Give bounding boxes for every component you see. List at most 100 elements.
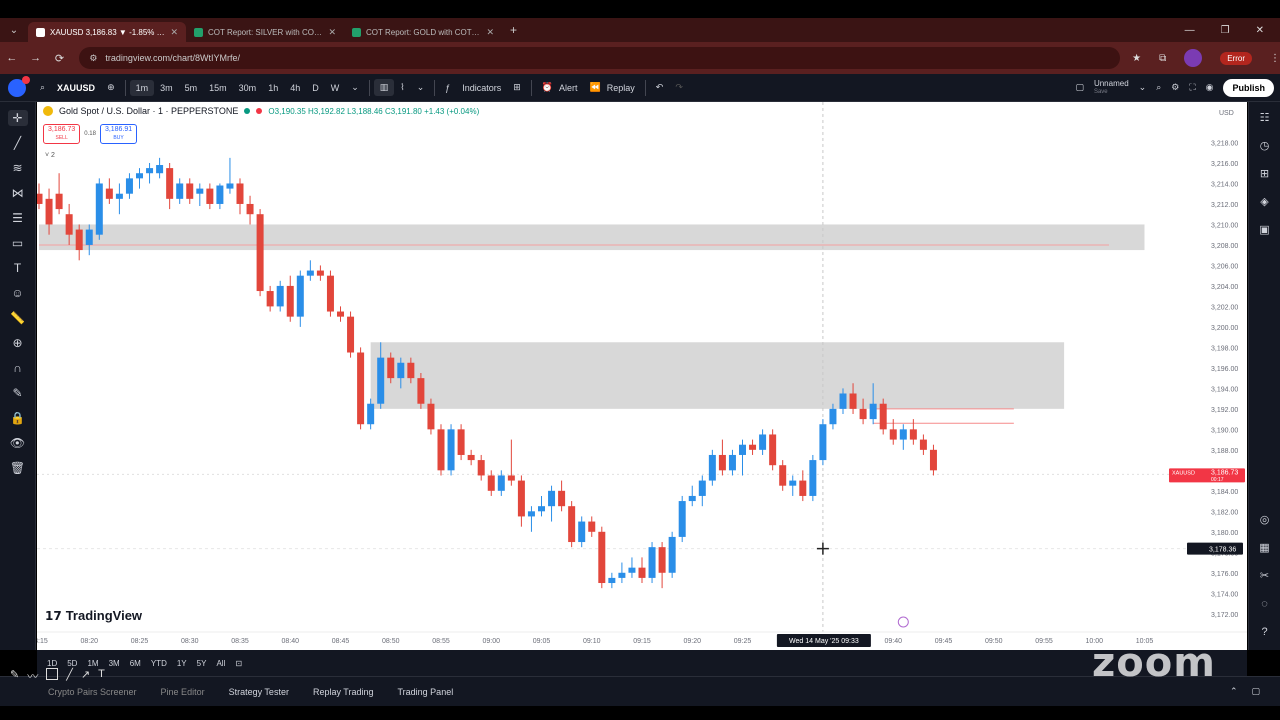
interval-15m[interactable]: 15m <box>203 83 233 93</box>
replay-icon[interactable]: ⏪ <box>584 82 607 93</box>
interval-w[interactable]: W <box>325 83 346 93</box>
range-3m[interactable]: 3M <box>109 659 120 668</box>
browser-tab-1[interactable]: XAUUSD 3,186.83 ▼ -1.85% U... ✕ <box>28 22 186 42</box>
symbol-search-icon[interactable]: ⌕ <box>34 82 51 93</box>
chart-type-dropdown-icon[interactable]: ⌄ <box>411 82 431 93</box>
interval-dropdown-icon[interactable]: ⌄ <box>345 82 365 93</box>
interval-4h[interactable]: 4h <box>284 83 306 93</box>
price-chart[interactable]: 3,218.00 3,216.00 3,214.00 3,212.00 3,210.00… <box>37 102 1247 650</box>
legend-title[interactable]: Gold Spot / U.S. Dollar · 1 · PEPPERSTON… <box>59 106 238 116</box>
bookmark-star-icon[interactable]: ★ <box>1132 53 1141 64</box>
range-1d[interactable]: 1D <box>47 659 57 668</box>
user-avatar[interactable] <box>8 75 30 97</box>
back-icon[interactable]: ← <box>0 52 24 64</box>
minimize-icon[interactable]: — <box>1185 25 1195 36</box>
range-1y[interactable]: 1Y <box>177 659 187 668</box>
range-5y[interactable]: 5Y <box>197 659 207 668</box>
indicator-collapse-toggle[interactable]: ˅ 2 <box>45 152 55 159</box>
close-window-icon[interactable]: ✕ <box>1256 25 1264 36</box>
tab-replay-trading[interactable]: Replay Trading <box>301 687 386 697</box>
layers-icon[interactable]: ◈ <box>1256 194 1274 210</box>
forward-icon[interactable]: → <box>24 52 48 64</box>
range-5d[interactable]: 5D <box>67 659 77 668</box>
scissors-icon[interactable]: ✂ <box>1256 568 1274 584</box>
chat-icon[interactable]: ▣ <box>1256 222 1274 238</box>
layout-name-button[interactable]: Unnamed Save <box>1094 79 1129 97</box>
trend-line-icon[interactable]: ╱ <box>8 135 28 151</box>
interval-1m[interactable]: 1m <box>129 79 155 96</box>
zoom-line-icon[interactable]: ╱ <box>66 668 73 684</box>
publish-button[interactable]: Publish <box>1223 78 1274 97</box>
interval-5m[interactable]: 5m <box>179 83 204 93</box>
interval-d[interactable]: D <box>306 83 325 93</box>
range-all[interactable]: All <box>216 659 225 668</box>
collapse-panel-icon[interactable]: ⌃ <box>1230 686 1238 697</box>
symbol-button[interactable]: XAUUSD <box>51 83 101 93</box>
quick-search-icon[interactable]: ⌕ <box>1156 82 1161 93</box>
close-tab-icon[interactable]: ✕ <box>328 27 336 38</box>
layout-select-icon[interactable]: ▢ <box>1075 82 1084 93</box>
candles-chart-type-icon[interactable]: ▥ <box>373 79 395 96</box>
alerts-clock-icon[interactable]: ◷ <box>1256 138 1274 154</box>
calculator-icon[interactable]: ▦ <box>1256 540 1274 556</box>
extensions-icon[interactable]: ⧉ <box>1159 53 1166 64</box>
range-6m[interactable]: 6M <box>130 659 141 668</box>
help-icon[interactable]: ? <box>1256 624 1274 640</box>
tab-search-icon[interactable]: ⌄ <box>0 25 28 36</box>
zoom-arrow-icon[interactable]: ↗ <box>81 668 90 684</box>
new-tab-button[interactable]: + <box>502 23 525 37</box>
object-tree-icon[interactable]: ⊞ <box>1256 166 1274 182</box>
target-icon[interactable]: ◎ <box>1256 512 1274 528</box>
icons-tool-icon[interactable]: ☺ <box>8 285 28 301</box>
crosshair-cursor-icon[interactable]: ✛ <box>7 110 28 126</box>
close-tab-icon[interactable]: ✕ <box>486 27 494 38</box>
zoom-in-icon[interactable]: ⊕ <box>8 335 28 351</box>
close-tab-icon[interactable]: ✕ <box>170 27 178 38</box>
keep-drawing-icon[interactable]: ✎ <box>8 385 28 401</box>
profile-avatar[interactable] <box>1184 49 1203 67</box>
settings-gear-icon[interactable]: ⚙ <box>1171 82 1179 93</box>
trash-icon[interactable]: 🗑 <box>8 460 28 476</box>
interval-1h[interactable]: 1h <box>262 83 284 93</box>
templates-icon[interactable]: ⊞ <box>507 82 527 93</box>
fullscreen-icon[interactable]: ⛶ <box>1189 82 1195 93</box>
compare-symbol-icon[interactable]: ⊕ <box>101 82 121 93</box>
profile-error-badge[interactable]: Error <box>1220 51 1252 65</box>
signal-icon[interactable]: ◌ <box>1256 596 1274 612</box>
browser-tab-3[interactable]: COT Report: GOLD with COT C... ✕ <box>344 22 502 42</box>
reload-icon[interactable]: ⟳ <box>48 52 72 65</box>
undo-icon[interactable]: ↶ <box>650 82 670 93</box>
url-input[interactable]: ⚙ tradingview.com/chart/8WtIYMrfe/ <box>79 47 1121 69</box>
watchlist-icon[interactable]: ☷ <box>1256 110 1274 126</box>
interval-3m[interactable]: 3m <box>154 83 179 93</box>
lock-drawings-icon[interactable]: 🔒 <box>8 410 28 426</box>
line-chart-type-icon[interactable]: ⌇ <box>394 82 410 93</box>
candlestick-chart-svg[interactable]: 3,218.00 3,216.00 3,214.00 3,212.00 3,210.00… <box>37 102 1247 650</box>
redo-icon[interactable]: ↷ <box>669 82 689 93</box>
maximize-panel-icon[interactable]: ▢ <box>1251 686 1260 697</box>
tab-trading-panel[interactable]: Trading Panel <box>386 687 466 697</box>
site-info-icon[interactable]: ⚙ <box>89 53 97 64</box>
go-to-date-icon[interactable]: ⊡ <box>235 659 242 668</box>
layout-dropdown-icon[interactable]: ⌄ <box>1139 82 1147 93</box>
alert-button[interactable]: Alert <box>559 83 584 93</box>
fib-retracement-icon[interactable]: ≋ <box>8 160 28 176</box>
zoom-pen-icon[interactable]: ✎ <box>10 668 19 684</box>
zoom-text-icon[interactable]: T <box>98 668 105 684</box>
range-1m[interactable]: 1M <box>87 659 98 668</box>
indicators-button[interactable]: Indicators <box>456 83 507 93</box>
ruler-icon[interactable]: 📏 <box>8 310 28 326</box>
replay-button[interactable]: Replay <box>607 83 641 93</box>
browser-menu-icon[interactable]: ⋮ <box>1270 53 1280 64</box>
tab-pine-editor[interactable]: Pine Editor <box>149 687 217 697</box>
tab-crypto-pairs-screener[interactable]: Crypto Pairs Screener <box>36 687 149 697</box>
browser-tab-2[interactable]: COT Report: SILVER with COT C... ✕ <box>186 22 344 42</box>
alert-icon[interactable]: ⏰ <box>536 82 559 93</box>
text-tool-icon[interactable]: T <box>8 260 28 276</box>
zoom-draw-icon[interactable]: 〰 <box>27 668 38 684</box>
snapshot-camera-icon[interactable]: ◉ <box>1206 82 1214 93</box>
buy-button[interactable]: 3,186.91 BUY <box>99 124 138 144</box>
maximize-icon[interactable]: ❐ <box>1221 25 1230 36</box>
hide-drawings-icon[interactable]: 👁 <box>8 435 28 451</box>
sell-button[interactable]: 3,186.73 SELL <box>43 124 81 144</box>
